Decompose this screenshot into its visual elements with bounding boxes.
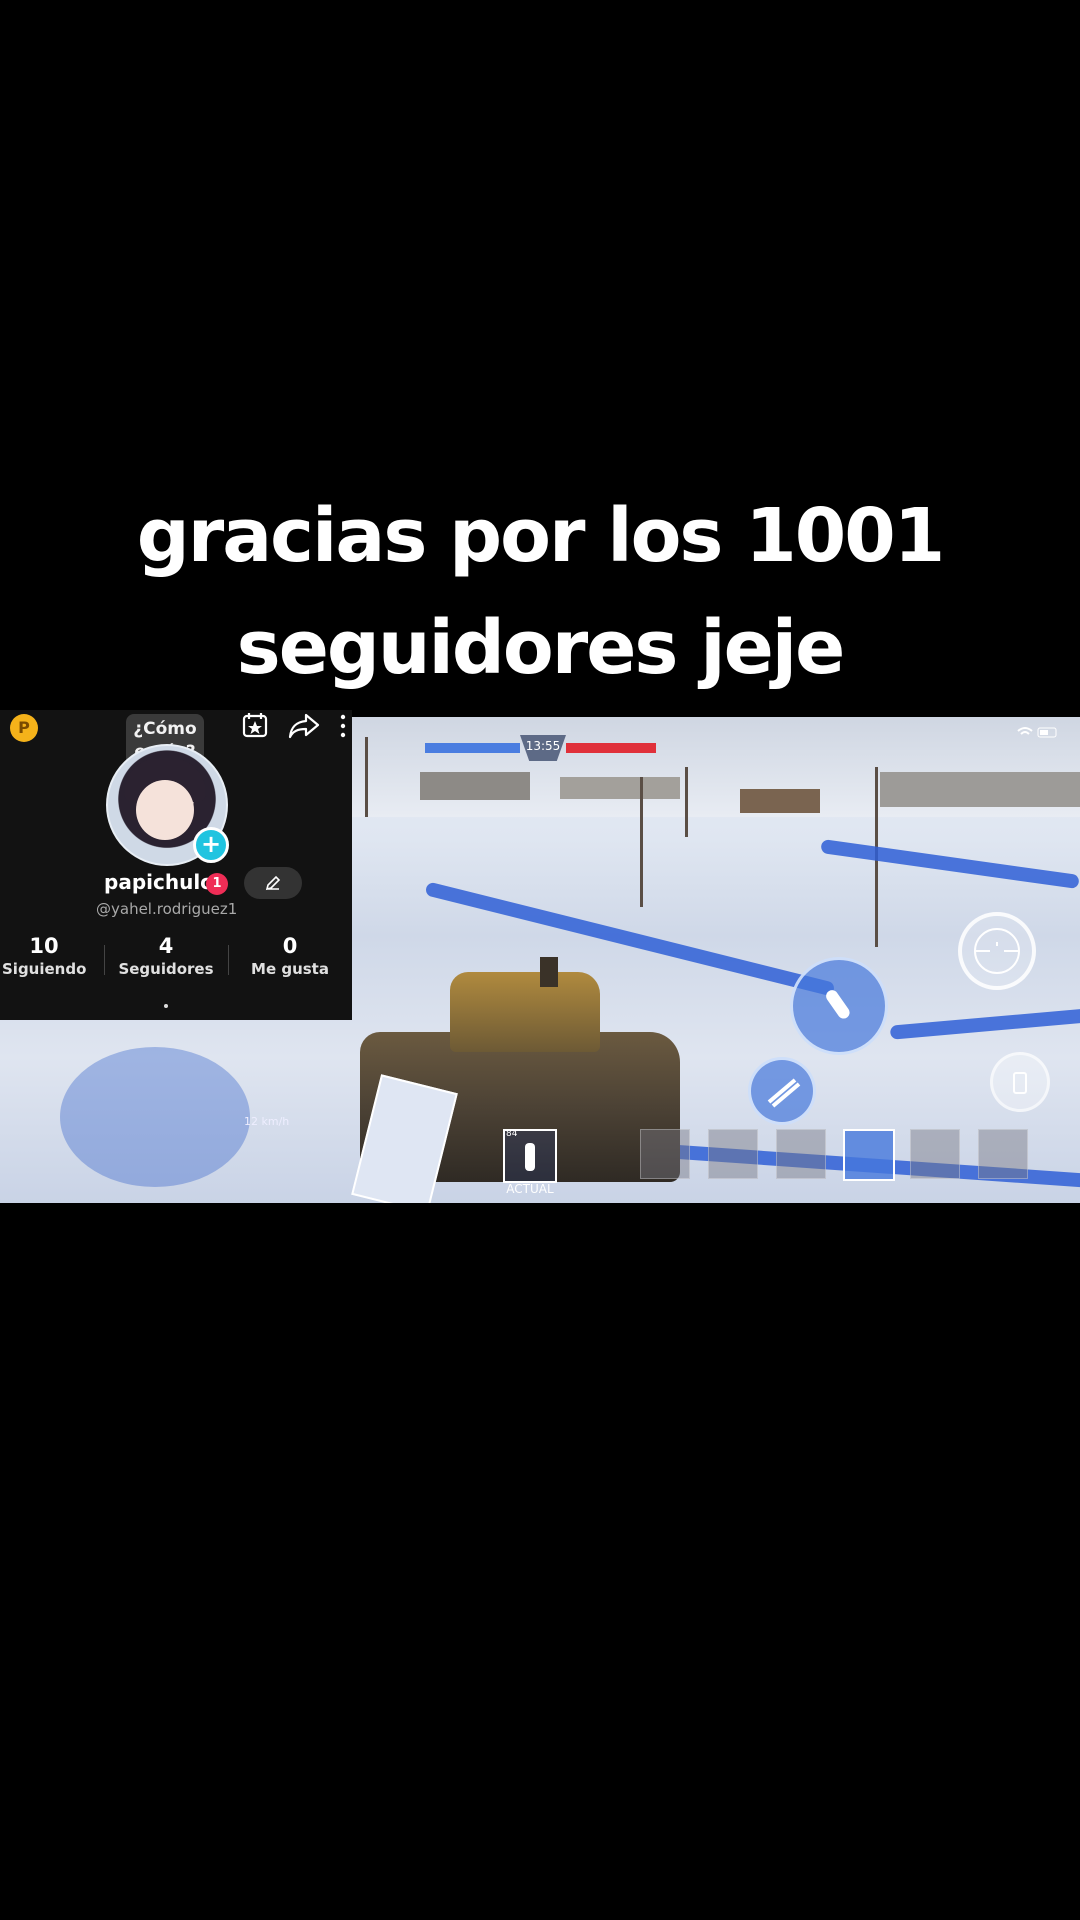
speed-readout: 12 km/h (244, 1115, 290, 1128)
radio-button[interactable] (990, 1052, 1050, 1112)
snow-track (820, 838, 1080, 890)
share-icon[interactable] (288, 712, 320, 740)
user-handle: @yahel.rodriguez1 (96, 900, 238, 918)
ability-slot[interactable] (776, 1129, 826, 1179)
snow-track (889, 1008, 1080, 1040)
bubble-line-1: ¿Cómo (133, 719, 197, 739)
avatar-face (136, 780, 194, 840)
fire-shell-icon (826, 990, 850, 1019)
radio-icon (1013, 1072, 1027, 1094)
pencil-icon (265, 875, 281, 891)
tree (685, 767, 688, 837)
stat-value: 4 (158, 934, 174, 958)
username: papichulo (104, 870, 214, 894)
repair-slot[interactable] (910, 1129, 960, 1179)
add-story-button[interactable]: + (193, 827, 229, 863)
calendar-star-icon[interactable] (242, 712, 268, 738)
fire-shell-button[interactable] (790, 957, 888, 1055)
coin-icon[interactable]: P (10, 714, 38, 742)
machine-gun-button[interactable] (748, 1057, 816, 1125)
tree (365, 737, 368, 817)
stat-value: 10 (29, 934, 59, 958)
notification-badge: 1 (206, 873, 228, 895)
stat-divider (104, 945, 105, 975)
ability-slot[interactable] (640, 1129, 690, 1179)
stat-followers[interactable]: 4 Seguidores (116, 934, 216, 978)
stat-likes[interactable]: 0 Me gusta (240, 934, 340, 978)
extinguisher-slot[interactable] (978, 1129, 1028, 1179)
building (740, 789, 820, 813)
tree (640, 777, 643, 907)
team-health-bar (425, 743, 520, 753)
aim-button[interactable] (958, 912, 1036, 990)
stat-label: Me gusta (251, 960, 329, 978)
stat-following[interactable]: 10 Siguiendo (2, 934, 86, 978)
enemy-health-bar (566, 743, 656, 753)
ammo-count: 84 (506, 1129, 518, 1139)
ammo-label: ACTUAL (506, 1182, 554, 1196)
building (880, 772, 1080, 807)
tank-cupola (540, 957, 558, 987)
more-icon[interactable] (340, 714, 346, 738)
tank-turret (450, 972, 600, 1052)
aim-icon (974, 928, 1020, 974)
machine-gun-icon (767, 1078, 801, 1108)
stat-label: Seguidores (118, 960, 214, 978)
caption-line-2: seguidores jeje (236, 605, 846, 691)
edit-profile-button[interactable] (244, 867, 302, 899)
stat-value: 0 (282, 934, 298, 958)
ability-slot-active[interactable] (843, 1129, 895, 1181)
building (420, 772, 530, 800)
status-bar-icons (1016, 725, 1060, 742)
page-indicator-dot (164, 1004, 168, 1008)
building (560, 777, 680, 799)
minimap[interactable] (60, 1047, 250, 1187)
stat-label: Siguiendo (2, 960, 87, 978)
video-caption: gracias por los 1001 seguidores jeje (0, 480, 1080, 704)
stat-divider (228, 945, 229, 975)
ability-slot[interactable] (708, 1129, 758, 1179)
caption-line-1: gracias por los 1001 (136, 493, 945, 579)
plus-icon: + (200, 830, 222, 858)
